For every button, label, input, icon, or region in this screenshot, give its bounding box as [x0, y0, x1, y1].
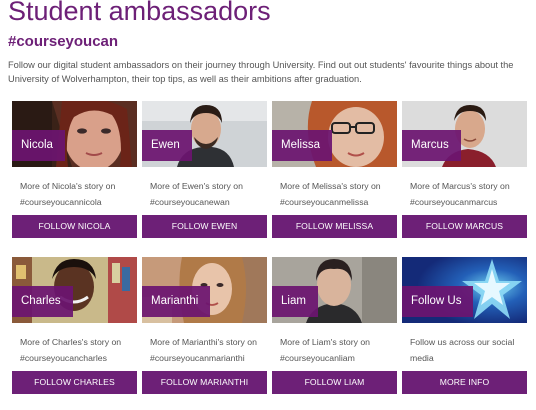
ambassador-card-liam: Liam More of Liam's story on #courseyouc… [272, 257, 397, 400]
name-tag: Liam [272, 286, 318, 317]
name-tag: Ewen [142, 130, 192, 161]
story-text: More of Charles's story on #courseyoucan… [20, 337, 122, 363]
story-text: Follow us across our social media [410, 337, 515, 363]
ambassador-card-marcus: Marcus More of Marcus's story on #course… [402, 101, 527, 244]
name-tag: Charles [12, 286, 73, 317]
more-info-button[interactable]: MORE INFO [402, 371, 527, 394]
ambassador-card-charles: Charles More of Charles's story on #cour… [12, 257, 137, 400]
follow-charles-button[interactable]: FOLLOW CHARLES [12, 371, 137, 394]
name-tag: Follow Us [402, 286, 474, 317]
story-text: More of Melissa's story on #courseyoucan… [280, 181, 381, 207]
story-text: More of Liam's story on #courseyoucanlia… [280, 337, 371, 363]
story-text: More of Marcus's story on #courseyoucanm… [410, 181, 510, 207]
follow-liam-button[interactable]: FOLLOW LIAM [272, 371, 397, 394]
ambassador-card-marianthi: Marianthi More of Marianthi's story on #… [142, 257, 267, 400]
follow-melissa-button[interactable]: FOLLOW MELISSA [272, 215, 397, 238]
name-tag: Marcus [402, 130, 461, 161]
follow-ewen-button[interactable]: FOLLOW EWEN [142, 215, 267, 238]
name-tag: Melissa [272, 130, 332, 161]
follow-marcus-button[interactable]: FOLLOW MARCUS [402, 215, 527, 238]
ambassador-card-melissa: Melissa More of Melissa's story on #cour… [272, 101, 397, 244]
story-text: More of Nicola's story on #courseyoucann… [20, 181, 116, 207]
ambassador-card-ewen: Ewen More of Ewen's story on #courseyouc… [142, 101, 267, 244]
follow-nicola-button[interactable]: FOLLOW NICOLA [12, 215, 137, 238]
name-tag: Marianthi [142, 286, 211, 317]
page-title: Student ambassadors [8, 0, 271, 26]
story-text: More of Marianthi's story on #courseyouc… [150, 337, 257, 363]
hashtag-heading: #courseyoucan [8, 33, 119, 50]
ambassador-card-nicola: Nicola More of Nicola's story on #course… [12, 101, 137, 244]
follow-us-card: Follow Us Follow us across our social me… [402, 257, 527, 400]
name-tag: Nicola [12, 130, 65, 161]
intro-text: Follow our digital student ambassadors o… [8, 60, 514, 84]
follow-marianthi-button[interactable]: FOLLOW MARIANTHI [142, 371, 267, 394]
story-text: More of Ewen's story on #courseyoucanewa… [150, 181, 243, 207]
